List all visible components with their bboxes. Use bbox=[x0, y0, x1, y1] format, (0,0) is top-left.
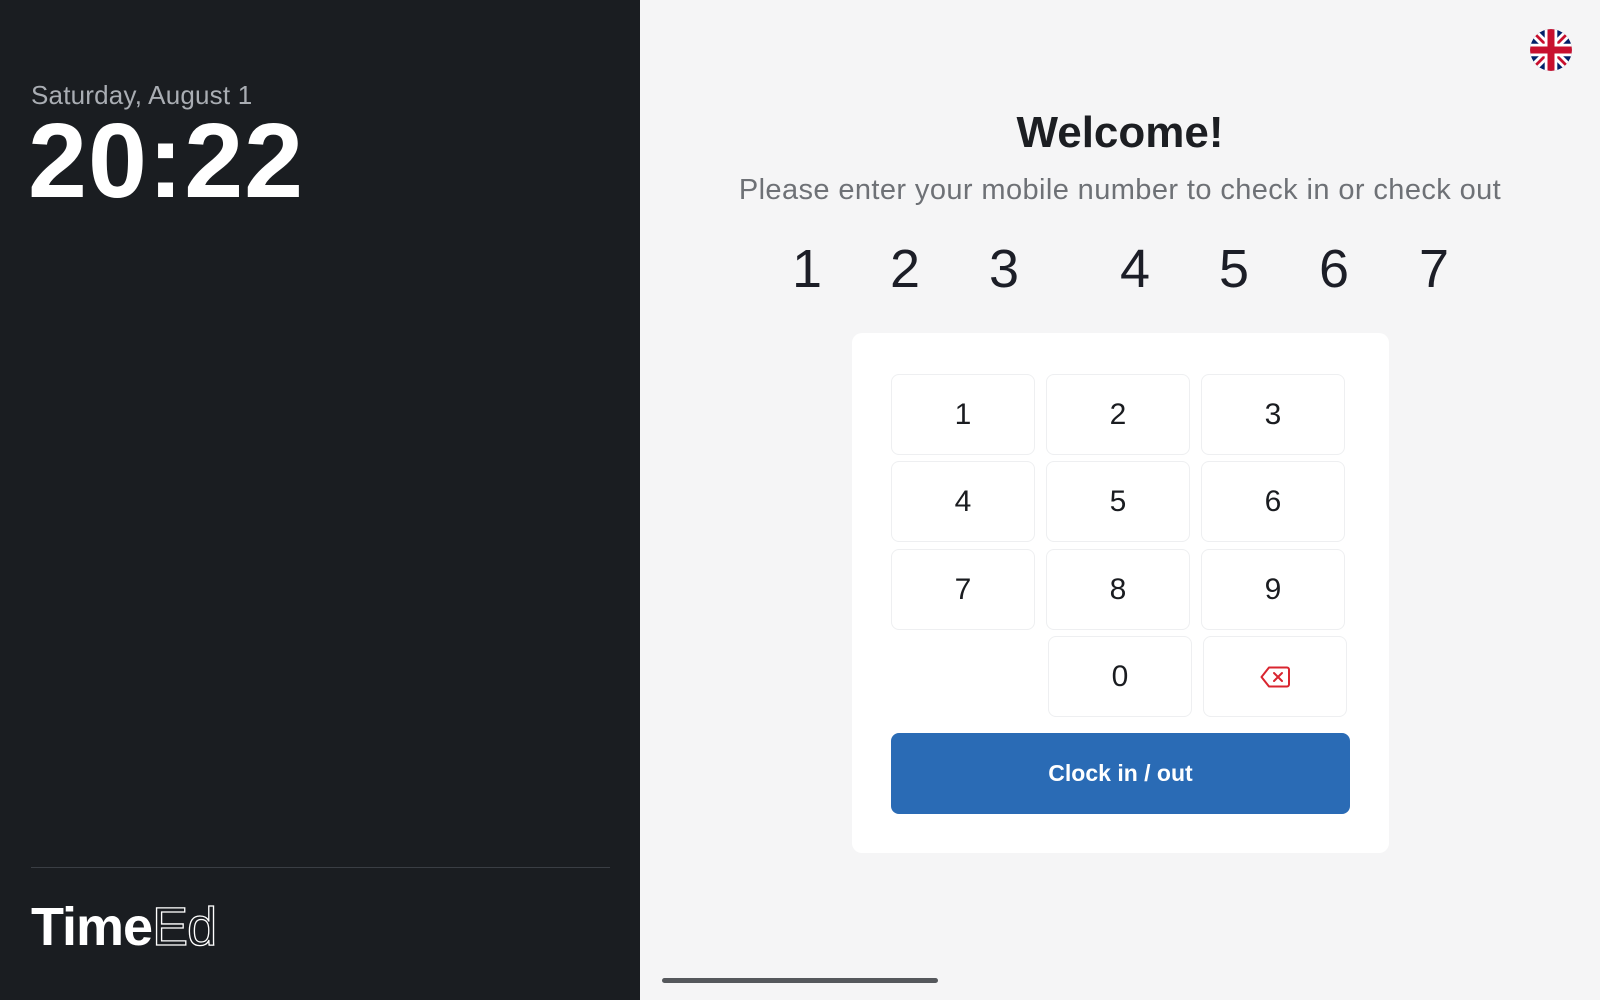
entered-digit: 5 bbox=[1218, 239, 1250, 299]
keypad-key-5[interactable]: 5 bbox=[1046, 461, 1190, 542]
keypad-key-0[interactable]: 0 bbox=[1048, 636, 1192, 717]
keypad-key-2[interactable]: 2 bbox=[1046, 374, 1190, 455]
backspace-icon bbox=[1260, 666, 1290, 687]
uk-flag-icon[interactable] bbox=[1530, 29, 1572, 71]
entered-number-display: 1 2 3 4 5 6 7 bbox=[0, 242, 1600, 302]
brand-logo: TimeEd bbox=[31, 897, 218, 957]
home-indicator bbox=[662, 978, 938, 983]
clock-time: 20:22 bbox=[28, 102, 305, 220]
entered-digit: 2 bbox=[889, 239, 921, 299]
clock-in-out-button[interactable]: Clock in / out bbox=[891, 733, 1350, 814]
divider bbox=[31, 867, 610, 868]
keypad-key-4[interactable]: 4 bbox=[891, 461, 1035, 542]
keypad-key-1[interactable]: 1 bbox=[891, 374, 1035, 455]
entered-digit: 1 bbox=[791, 239, 823, 299]
brand-logo-bold: Time bbox=[31, 897, 153, 957]
keypad-key-8[interactable]: 8 bbox=[1046, 549, 1190, 630]
backspace-button[interactable] bbox=[1203, 636, 1347, 717]
entered-digit: 3 bbox=[988, 239, 1020, 299]
keypad-key-6[interactable]: 6 bbox=[1201, 461, 1345, 542]
brand-logo-thin: Ed bbox=[151, 897, 217, 957]
entered-digit: 6 bbox=[1318, 239, 1350, 299]
welcome-title: Welcome! bbox=[1016, 108, 1224, 157]
entered-digit: 4 bbox=[1119, 239, 1151, 299]
keypad-key-3[interactable]: 3 bbox=[1201, 374, 1345, 455]
keypad-key-7[interactable]: 7 bbox=[891, 549, 1035, 630]
instruction-subtitle: Please enter your mobile number to check… bbox=[738, 174, 1502, 206]
entered-digit: 7 bbox=[1418, 239, 1450, 299]
keypad-key-9[interactable]: 9 bbox=[1201, 549, 1345, 630]
